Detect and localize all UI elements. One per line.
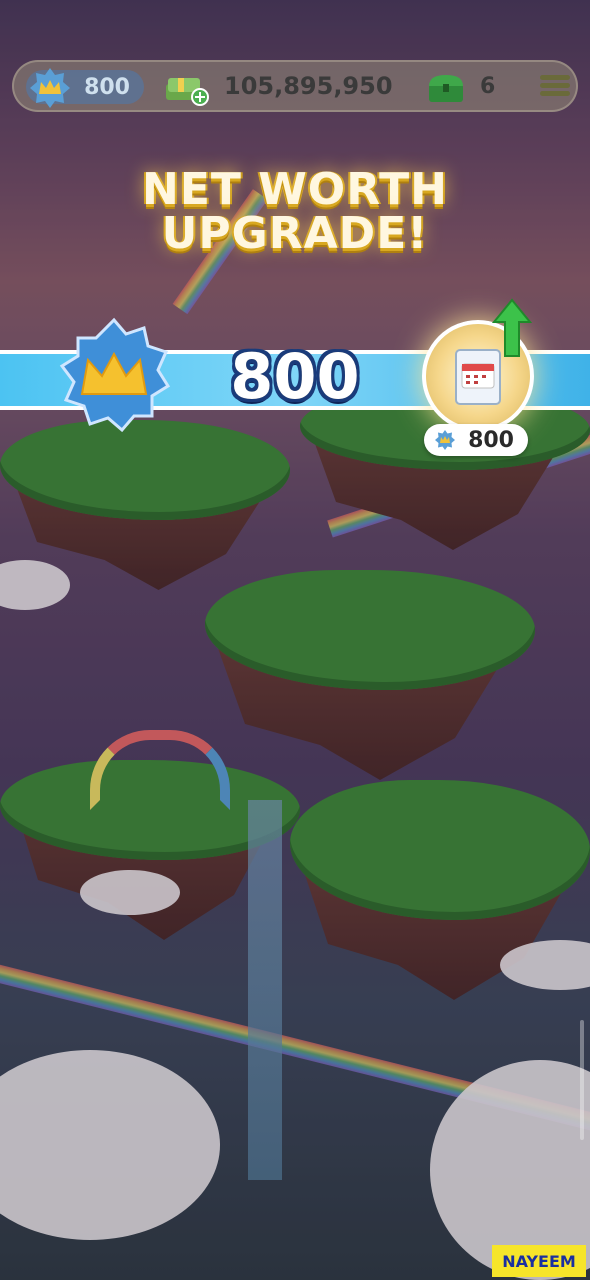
chest-count: 6 <box>480 74 496 99</box>
hamburger-menu-icon[interactable] <box>540 72 570 102</box>
net-worth-mini-icon <box>435 430 455 450</box>
green-chest-icon[interactable] <box>426 72 466 104</box>
cash-stack-plus-icon[interactable] <box>164 70 210 106</box>
title-line-2: UPGRADE! <box>161 208 429 259</box>
title-line-1: NET WORTH <box>142 164 448 215</box>
top-status-bar: 800 105,895,950 6 <box>12 60 578 112</box>
net-worth-badge-icon <box>30 68 70 108</box>
reward-value: 800 <box>468 427 514 453</box>
reward-value-pill: 800 <box>424 424 528 456</box>
watermark-label: NAYEEM <box>492 1245 586 1277</box>
cash-value: 105,895,950 <box>224 72 393 100</box>
scrollbar[interactable] <box>580 1020 584 1140</box>
green-up-arrow-icon <box>492 298 532 357</box>
net-worth-upgrade-title: NET WORTH UPGRADE! <box>0 168 590 256</box>
net-worth-value: 800 <box>84 74 130 100</box>
